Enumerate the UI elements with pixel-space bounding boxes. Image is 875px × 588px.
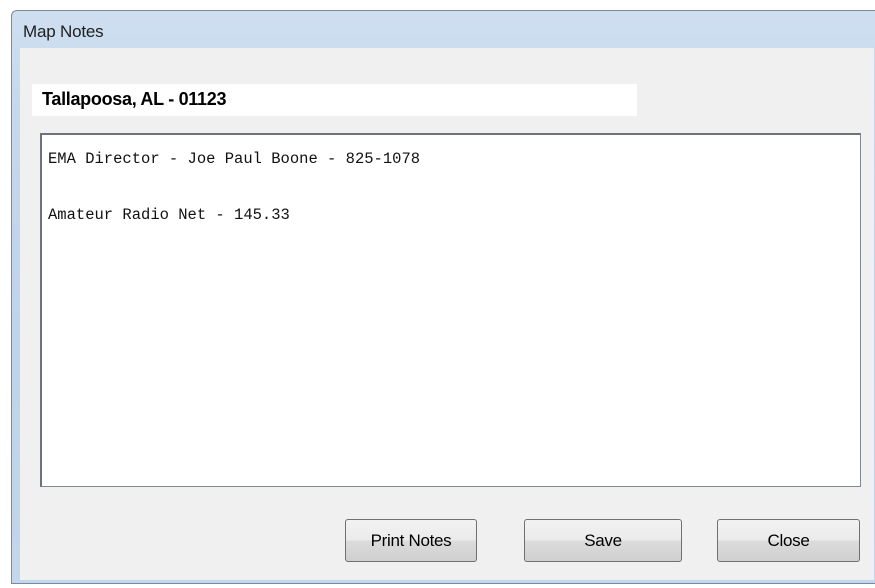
window-title: Map Notes [23,22,104,41]
print-notes-button[interactable]: Print Notes [345,519,477,562]
close-button[interactable]: Close [717,519,860,562]
save-button[interactable]: Save [524,519,682,562]
location-field[interactable]: Tallapoosa, AL - 01123 [32,84,637,116]
notes-textarea[interactable]: EMA Director - Joe Paul Boone - 825-1078… [40,133,861,487]
